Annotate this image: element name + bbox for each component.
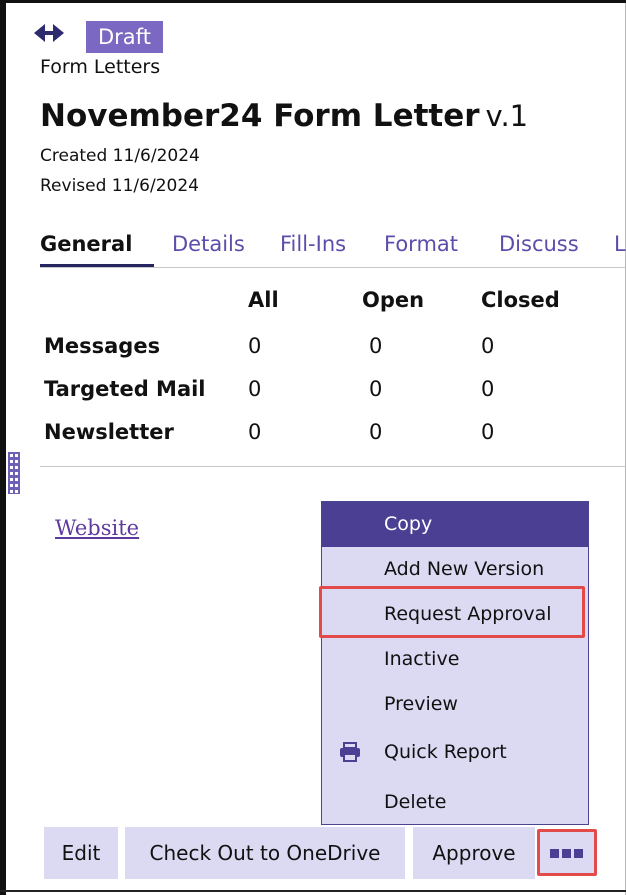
window-bottom-border: [0, 890, 626, 892]
printer-icon: [340, 742, 360, 762]
targeted-mail-all-value: 0: [248, 377, 262, 401]
targeted-mail-closed-value: 0: [481, 377, 495, 401]
more-dots-icon: [550, 849, 583, 858]
revised-date: Revised 11/6/2024: [40, 176, 199, 196]
row-label-messages: Messages: [44, 334, 161, 358]
menu-item-preview[interactable]: Preview: [322, 682, 588, 727]
context-menu: Copy Add New Version Request Approval In…: [321, 501, 589, 825]
version-label: v.1: [485, 99, 529, 133]
tab-l[interactable]: L: [614, 230, 626, 258]
tab-format[interactable]: Format: [384, 230, 458, 258]
newsletter-all-value: 0: [248, 420, 262, 444]
section-divider: [40, 466, 626, 467]
tabs-divider: [40, 267, 626, 268]
newsletter-closed-value: 0: [481, 420, 495, 444]
tab-details[interactable]: Details: [172, 230, 245, 258]
column-header-all: All: [248, 288, 279, 312]
row-label-newsletter: Newsletter: [44, 420, 174, 444]
approve-button[interactable]: Approve: [413, 827, 535, 879]
targeted-mail-open-value: 0: [369, 377, 383, 401]
row-label-targeted-mail: Targeted Mail: [44, 377, 206, 401]
tab-fill-ins[interactable]: Fill-Ins: [280, 230, 346, 258]
messages-closed-value: 0: [481, 334, 495, 358]
menu-item-request-approval[interactable]: Request Approval: [322, 592, 588, 637]
breadcrumb[interactable]: Form Letters: [40, 56, 160, 78]
more-actions-button[interactable]: [537, 829, 597, 876]
check-out-onedrive-button[interactable]: Check Out to OneDrive: [125, 827, 405, 879]
resize-handle-icon[interactable]: [8, 452, 20, 494]
expand-arrows-icon[interactable]: [34, 24, 64, 42]
menu-item-add-new-version[interactable]: Add New Version: [322, 547, 588, 592]
messages-all-value: 0: [248, 334, 262, 358]
window-top-border: [0, 0, 626, 3]
window-left-border: [0, 0, 6, 895]
messages-open-value: 0: [369, 334, 383, 358]
page-title: November24 Form Letter: [40, 98, 480, 134]
page-title-row: November24 Form Letter v.1: [40, 98, 528, 134]
website-link[interactable]: Website: [55, 516, 139, 540]
status-badge: Draft: [86, 21, 163, 53]
column-header-open: Open: [362, 288, 425, 312]
menu-item-quick-report-label: Quick Report: [384, 741, 507, 763]
tab-bar: General Details Fill-Ins Format Discuss …: [40, 230, 626, 266]
created-date: Created 11/6/2024: [40, 146, 200, 166]
tab-general[interactable]: General: [40, 230, 132, 258]
menu-item-delete[interactable]: Delete: [322, 780, 588, 825]
tab-discuss[interactable]: Discuss: [499, 230, 579, 258]
column-header-closed: Closed: [481, 288, 560, 312]
menu-item-inactive[interactable]: Inactive: [322, 637, 588, 682]
menu-item-copy[interactable]: Copy: [322, 502, 588, 547]
menu-item-quick-report[interactable]: Quick Report: [322, 730, 588, 775]
newsletter-open-value: 0: [369, 420, 383, 444]
edit-button[interactable]: Edit: [44, 827, 118, 879]
